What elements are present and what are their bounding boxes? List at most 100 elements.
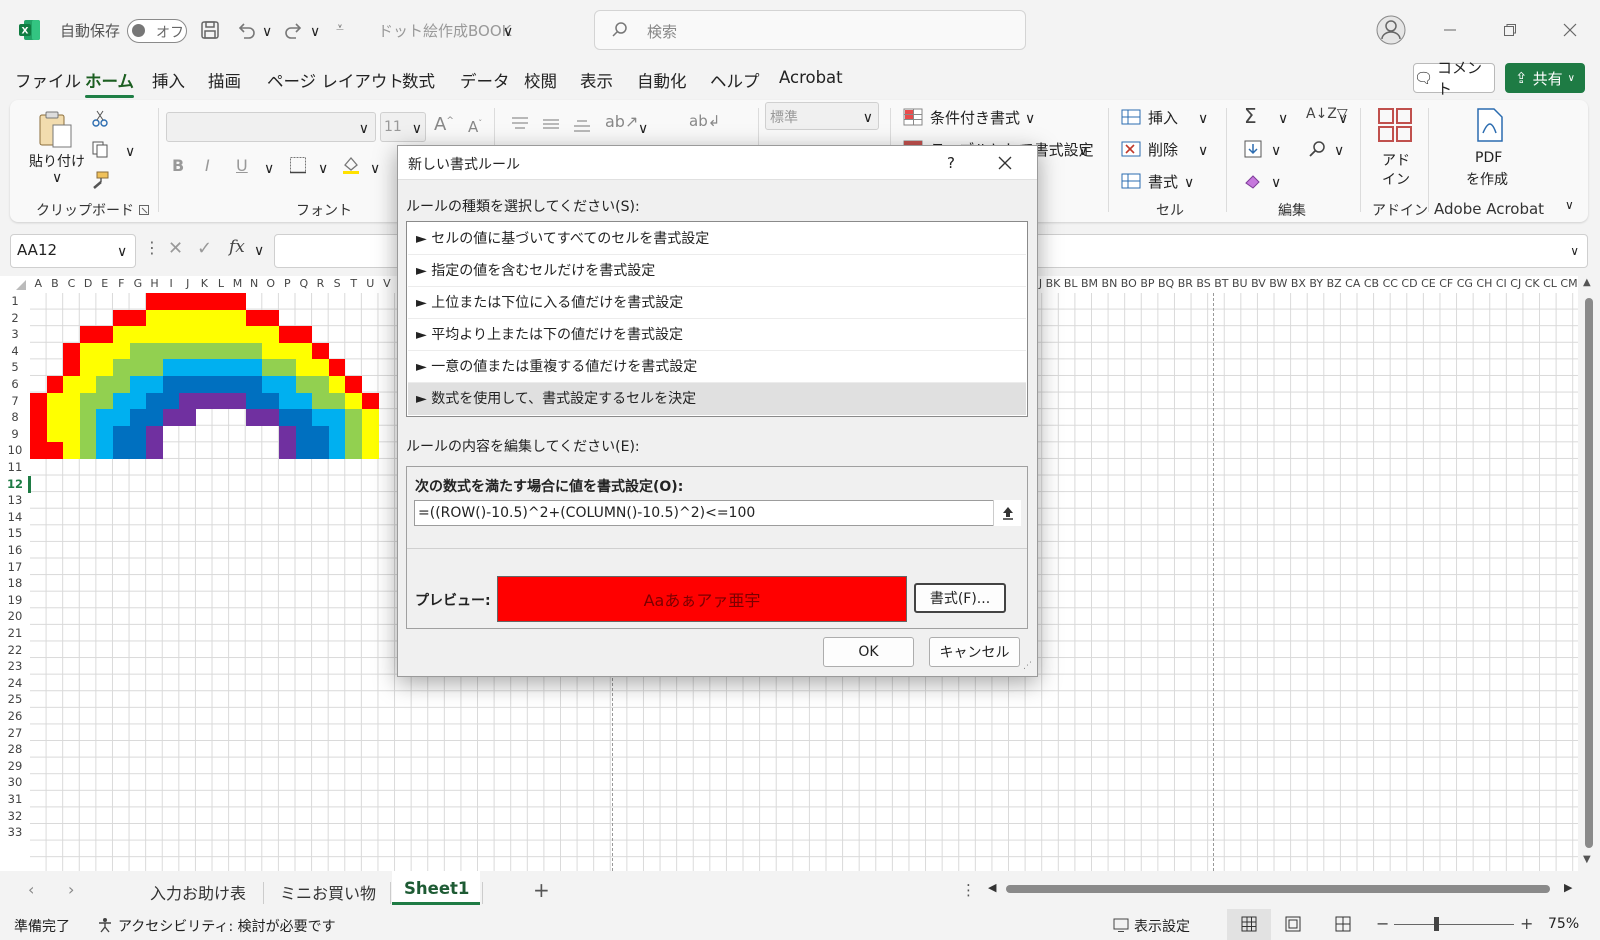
create-pdf-label-1[interactable]: PDF	[1475, 150, 1502, 166]
row-header[interactable]: 19	[0, 592, 30, 609]
scroll-right-icon[interactable]: ▶	[1564, 881, 1572, 894]
next-sheet-icon[interactable]: ›	[68, 880, 74, 899]
column-header[interactable]: U	[362, 277, 379, 290]
underline-icon[interactable]: U	[236, 156, 248, 175]
dialog-close-icon[interactable]	[996, 154, 1014, 172]
column-header[interactable]: T	[345, 277, 362, 290]
fill-color-icon[interactable]	[340, 154, 362, 176]
zoom-slider-thumb[interactable]	[1434, 917, 1439, 931]
row-header[interactable]: 6	[0, 376, 30, 393]
font-name-combo[interactable]: ∨	[166, 112, 376, 142]
zoom-slider[interactable]	[1394, 917, 1514, 931]
row-header[interactable]: 8	[0, 409, 30, 426]
column-header[interactable]: L	[213, 277, 230, 290]
autosum-icon[interactable]: Σ	[1244, 104, 1257, 128]
tab-file[interactable]: ファイル	[15, 68, 81, 92]
autosum-dropdown-icon[interactable]: ∨	[1278, 111, 1288, 127]
row-header[interactable]: 10	[0, 442, 30, 459]
row-header[interactable]: 29	[0, 758, 30, 775]
sort-filter-dropdown-icon[interactable]: ∨	[1338, 111, 1348, 127]
column-header[interactable]: P	[279, 277, 296, 290]
formula-field[interactable]: =((ROW()-10.5)^2+(COLUMN()-10.5)^2)<=100	[414, 500, 1021, 526]
row-header[interactable]: 17	[0, 559, 30, 576]
column-header[interactable]: V	[379, 277, 396, 290]
column-header[interactable]: I	[163, 277, 180, 290]
bold-icon[interactable]: B	[172, 156, 184, 175]
format-button[interactable]: 書式(F)...	[914, 583, 1006, 613]
row-header[interactable]: 3	[0, 326, 30, 343]
clear-dropdown-icon[interactable]: ∨	[1271, 175, 1281, 191]
row-header[interactable]: 24	[0, 675, 30, 692]
insert-cells-icon[interactable]	[1120, 106, 1142, 128]
tab-insert[interactable]: 挿入	[152, 68, 185, 92]
row-header[interactable]: 21	[0, 625, 30, 642]
row-header[interactable]: 13	[0, 492, 30, 509]
column-header[interactable]: B	[47, 277, 64, 290]
italic-icon[interactable]: I	[205, 156, 210, 175]
insert-cells-dropdown-icon[interactable]: ∨	[1198, 111, 1208, 127]
redo-icon[interactable]	[283, 19, 305, 41]
row-header[interactable]: 11	[0, 459, 30, 476]
account-avatar-icon[interactable]	[1376, 15, 1406, 45]
delete-cells-dropdown-icon[interactable]: ∨	[1198, 143, 1208, 159]
shrink-font-icon[interactable]: Aˇ	[468, 118, 482, 136]
column-header[interactable]: A	[30, 277, 47, 290]
save-icon[interactable]	[199, 19, 221, 41]
copy-dropdown-icon[interactable]: ∨	[125, 144, 135, 160]
quick-access-customize-icon[interactable]: ⩡	[336, 20, 344, 36]
add-ins-icon[interactable]	[1376, 106, 1414, 144]
format-as-table-dropdown-icon[interactable]: ∨	[1078, 143, 1088, 159]
add-sheet-icon[interactable]: +	[533, 878, 550, 902]
wrap-text-icon[interactable]: ab↲	[689, 112, 720, 130]
format-painter-icon[interactable]	[90, 170, 110, 190]
row-header[interactable]: 27	[0, 725, 30, 742]
column-header[interactable]: F	[113, 277, 130, 290]
rule-type-item[interactable]: ► セルの値に基づいてすべてのセルを書式設定	[408, 223, 1026, 255]
row-header[interactable]: 9	[0, 426, 30, 443]
share-button[interactable]: ⇪ 共有 ∨	[1505, 63, 1585, 93]
sheet-tab-active[interactable]: Sheet1	[392, 871, 480, 905]
scroll-down-icon[interactable]: ▼	[1583, 854, 1591, 865]
row-header[interactable]: 18	[0, 575, 30, 592]
conditional-formatting-icon[interactable]	[902, 106, 924, 128]
orientation-dropdown-icon[interactable]: ∨	[638, 121, 648, 137]
tab-formulas[interactable]: 数式	[402, 68, 435, 92]
column-header[interactable]: C	[63, 277, 80, 290]
find-select-icon[interactable]	[1306, 138, 1328, 160]
add-ins-label-1[interactable]: アド	[1382, 150, 1410, 170]
horizontal-scrollbar[interactable]: ◀ ▶	[988, 880, 1578, 898]
row-header[interactable]: 33	[0, 824, 30, 841]
zoom-out-icon[interactable]: −	[1376, 914, 1389, 933]
zoom-in-icon[interactable]: +	[1520, 914, 1533, 933]
page-layout-view-icon[interactable]	[1284, 915, 1302, 933]
autosave-toggle[interactable]: オフ	[127, 19, 187, 43]
clipboard-launcher-icon[interactable]	[138, 204, 150, 216]
add-ins-label-2[interactable]: イン	[1382, 169, 1410, 189]
font-size-combo[interactable]: 11 ∨	[380, 112, 426, 142]
display-settings-icon[interactable]	[1112, 916, 1130, 934]
fill-dropdown-icon[interactable]: ∨	[1271, 143, 1281, 159]
insert-function-dropdown-icon[interactable]: ∨	[254, 243, 264, 259]
confirm-entry-icon[interactable]: ✓	[197, 238, 212, 259]
row-header[interactable]: 26	[0, 708, 30, 725]
column-header[interactable]: Q	[296, 277, 313, 290]
tab-acrobat[interactable]: Acrobat	[779, 68, 843, 87]
format-cells-icon[interactable]	[1120, 170, 1142, 192]
undo-dropdown-icon[interactable]: ∨	[262, 24, 272, 40]
tab-page-layout[interactable]: ページ レイアウト	[267, 68, 404, 92]
row-header[interactable]: 32	[0, 808, 30, 825]
close-window-icon[interactable]	[1560, 20, 1580, 40]
find-select-dropdown-icon[interactable]: ∨	[1334, 143, 1344, 159]
rule-type-item[interactable]: ► 指定の値を含むセルだけを書式設定	[408, 255, 1026, 287]
copy-icon[interactable]	[90, 139, 110, 159]
row-header[interactable]: 23	[0, 658, 30, 675]
row-header[interactable]: 30	[0, 774, 30, 791]
paste-label[interactable]: 貼り付け	[29, 151, 85, 171]
minimize-icon[interactable]	[1440, 20, 1460, 40]
file-name[interactable]: ドット絵作成BOOK	[378, 20, 511, 41]
search-box[interactable]: 検索	[594, 10, 1026, 50]
row-header[interactable]: 31	[0, 791, 30, 808]
borders-icon[interactable]	[288, 155, 308, 175]
column-header[interactable]: O	[262, 277, 279, 290]
fill-icon[interactable]	[1242, 138, 1264, 160]
